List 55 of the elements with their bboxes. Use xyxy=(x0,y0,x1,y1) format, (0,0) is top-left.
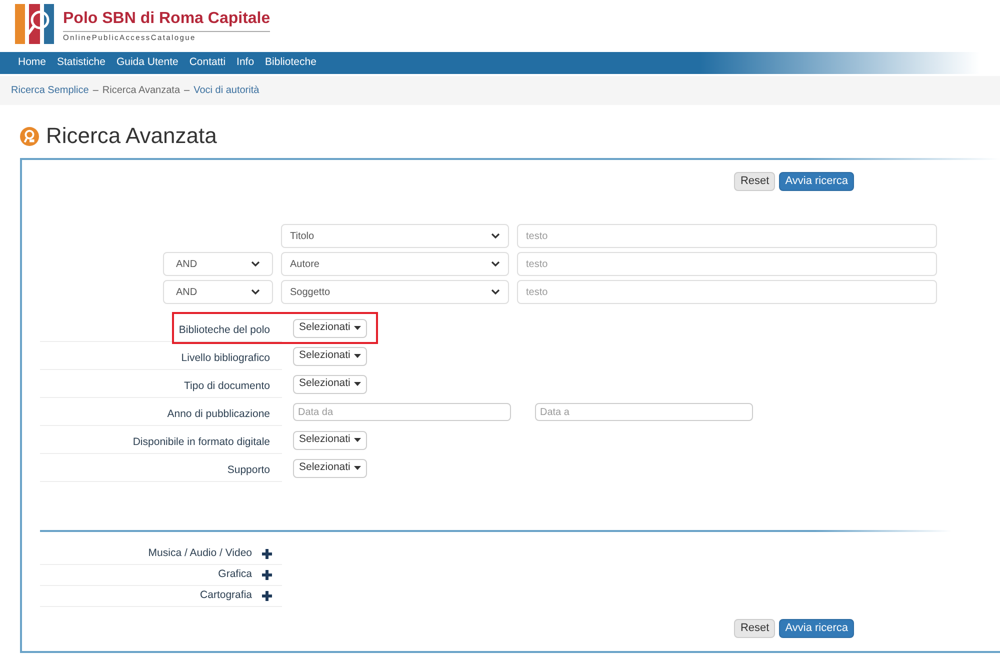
multiselect-dropdown[interactable]: Selezionati xyxy=(293,346,368,366)
search-button[interactable]: Avvia ricerca xyxy=(779,172,854,191)
multiselect-dropdown[interactable]: Selezionati xyxy=(293,318,368,338)
nav-link[interactable]: Statistiche xyxy=(57,55,106,71)
search-text-input[interactable]: testo xyxy=(517,280,937,304)
caret-icon xyxy=(354,382,362,386)
nav-link[interactable]: Guida Utente xyxy=(116,55,178,71)
field-select[interactable]: Autore xyxy=(281,252,509,276)
breadcrumb-separator: – xyxy=(92,84,98,98)
logo-title: Polo SBN di Roma Capitale xyxy=(63,8,270,29)
field-select[interactable]: Titolo xyxy=(281,224,509,248)
caret-icon xyxy=(354,326,362,330)
operator-select[interactable]: AND xyxy=(163,252,273,276)
chevron-down-icon xyxy=(491,261,500,267)
nav-link[interactable]: Contatti xyxy=(189,55,226,71)
filter-label: Anno di pubblicazione xyxy=(167,406,271,422)
nav-link[interactable]: Home xyxy=(18,55,46,71)
date-from-input[interactable]: Data da xyxy=(293,403,511,421)
filter-label: Livello bibliografico xyxy=(181,350,271,366)
filter-label: Tipo di documento xyxy=(184,378,271,394)
filter-label: Supporto xyxy=(227,462,271,478)
multiselect-dropdown[interactable]: Selezionati xyxy=(293,430,368,450)
caret-icon xyxy=(354,466,362,470)
section-label: Musica / Audio / Video xyxy=(148,546,252,562)
reset-button[interactable]: Reset xyxy=(734,619,776,638)
chevron-down-icon xyxy=(251,261,260,267)
caret-icon xyxy=(354,438,362,442)
section-label: Cartografia xyxy=(200,588,252,604)
caret-icon xyxy=(354,354,362,358)
operator-select[interactable]: AND xyxy=(163,280,273,304)
nav-link[interactable]: Biblioteche xyxy=(265,55,316,71)
plus-icon[interactable] xyxy=(262,570,272,580)
date-to-input[interactable]: Data a xyxy=(535,403,753,421)
nav-link[interactable]: Info xyxy=(236,55,254,71)
multiselect-dropdown[interactable]: Selezionati xyxy=(293,458,368,478)
field-select[interactable]: Soggetto xyxy=(281,280,509,304)
multiselect-dropdown[interactable]: Selezionati xyxy=(293,374,368,394)
breadcrumb-link[interactable]: Ricerca Semplice xyxy=(11,83,89,98)
search-icon xyxy=(20,126,39,146)
search-button[interactable]: Avvia ricerca xyxy=(779,619,854,638)
filter-label: Biblioteche del polo xyxy=(178,322,270,338)
plus-icon[interactable] xyxy=(262,591,272,601)
page-title: Ricerca Avanzata xyxy=(46,125,217,147)
search-text-input[interactable]: testo xyxy=(517,252,937,276)
section-label: Grafica xyxy=(218,567,252,582)
breadcrumb-link[interactable]: Voci di autorità xyxy=(194,83,260,98)
chevron-down-icon xyxy=(491,289,500,295)
chevron-down-icon xyxy=(251,289,260,295)
breadcrumb-link[interactable]: Ricerca Avanzata xyxy=(102,83,180,98)
filter-label: Disponibile in formato digitale xyxy=(132,434,271,450)
search-text-input[interactable]: testo xyxy=(517,224,937,248)
plus-icon[interactable] xyxy=(262,549,272,559)
chevron-down-icon xyxy=(491,233,500,239)
breadcrumb-separator: – xyxy=(184,84,190,98)
reset-button[interactable]: Reset xyxy=(734,172,776,191)
